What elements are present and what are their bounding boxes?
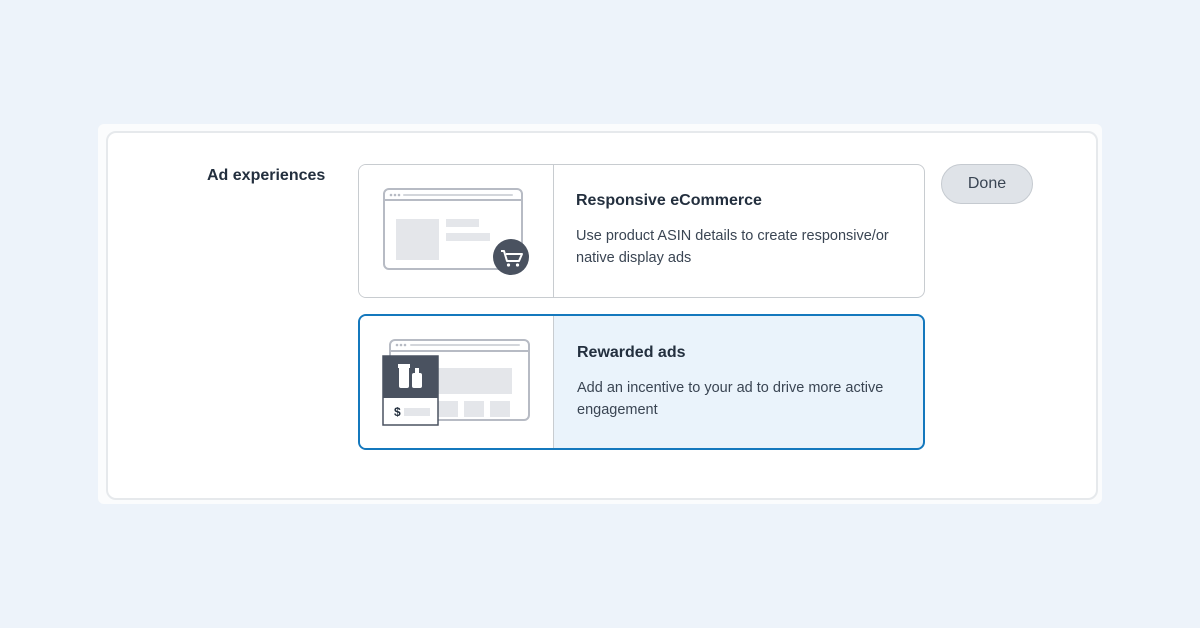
option-card-rewarded-ads[interactable]: $ Rewarded ads Add an incentive to your … <box>358 314 925 450</box>
option-title: Rewarded ads <box>577 344 686 361</box>
rewarded-ads-illustration: $ <box>360 316 554 448</box>
browser-window-illustration: $ <box>382 339 530 426</box>
done-button[interactable]: Done <box>941 164 1033 204</box>
ad-experiences-label: Ad experiences <box>207 167 326 184</box>
option-description: Add an incentive to your ad to drive mor… <box>577 380 884 418</box>
responsive-ecommerce-illustration <box>359 165 554 297</box>
option-description: Use product ASIN details to create respo… <box>576 228 889 266</box>
option-card-responsive-ecommerce[interactable]: Responsive eCommerce Use product ASIN de… <box>358 164 925 298</box>
shopping-cart-icon <box>493 239 529 275</box>
price-symbol: $ <box>394 405 401 419</box>
option-title: Responsive eCommerce <box>576 192 762 209</box>
browser-window-illustration <box>383 188 529 275</box>
reward-products-icon: $ <box>382 355 439 426</box>
